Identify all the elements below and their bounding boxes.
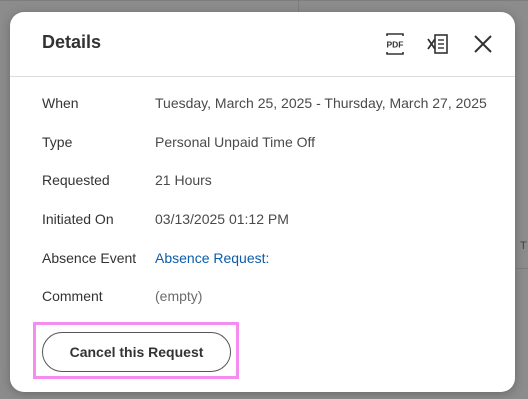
detail-label: Absence Event [42,250,137,266]
svg-text:PDF: PDF [387,40,404,50]
background-divider [0,0,528,1]
absence-request-link[interactable]: Absence Request: [155,248,269,268]
detail-row-absence-event: Absence Event Absence Request: [42,248,495,268]
detail-value: 03/13/2025 01:12 PM [155,211,289,227]
background-divider [298,0,299,12]
detail-label: Initiated On [42,211,114,227]
background-divider [516,268,528,269]
detail-value: Tuesday, March 25, 2025 - Thursday, Marc… [155,95,487,111]
detail-row-when: When Tuesday, March 25, 2025 - Thursday,… [42,93,495,113]
detail-row-requested: Requested 21 Hours [42,170,495,190]
pdf-icon[interactable]: PDF [383,32,407,56]
detail-value: (empty) [155,288,203,304]
detail-value: Personal Unpaid Time Off [155,134,316,150]
detail-label: Comment [42,288,103,304]
detail-label: Requested [42,172,110,188]
detail-row-type: Type Personal Unpaid Time Off [42,132,495,152]
detail-label: Type [42,134,73,150]
dialog-title: Details [42,32,102,52]
detail-row-comment: Comment (empty) [42,286,495,306]
cancel-request-button[interactable]: Cancel this Request [42,332,231,372]
excel-icon[interactable] [426,32,450,56]
detail-value: 21 Hours [155,172,212,188]
background-text-fragment: T [520,240,527,252]
dialog-header: Details PDF [10,12,515,77]
detail-row-initiated-on: Initiated On 03/13/2025 01:12 PM [42,209,495,229]
detail-label: When [42,95,79,111]
close-icon[interactable] [471,32,495,56]
details-dialog: Details PDF When Tuesday, March 25, 2025… [10,12,515,392]
